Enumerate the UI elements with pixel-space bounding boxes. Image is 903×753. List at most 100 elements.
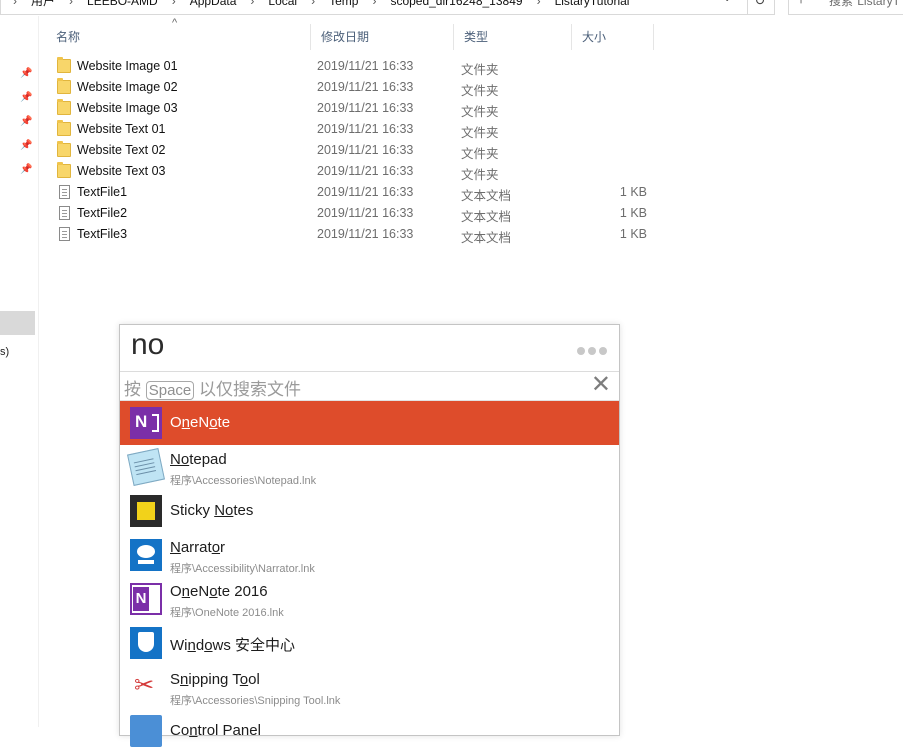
text-file-icon [59,227,70,241]
file-type: 文件夹 [461,168,499,182]
folder-icon [57,141,71,157]
file-name: TextFile1 [77,185,128,199]
result-title: Sticky Notes [170,502,254,519]
breadcrumb-item[interactable]: Temp [329,0,358,8]
hint-prefix: 按 [124,380,141,399]
file-name: Website Text 01 [77,122,166,136]
file-size: 1 KB [619,206,647,220]
file-row[interactable]: Website Text 03 2019/11/21 16:33 文件夹 [46,161,656,182]
breadcrumb-separator[interactable]: › [537,0,541,8]
file-list: Website Image 01 2019/11/21 16:33 文件夹 Websi… [46,56,656,245]
breadcrumb-item[interactable]: Local [268,0,297,8]
file-name: TextFile3 [77,227,128,241]
text-file-icon [59,206,70,220]
folder-icon [57,78,71,94]
result-item[interactable]: Control Panel [120,709,619,753]
column-header-type[interactable]: 类型 [454,24,572,50]
file-row[interactable]: Website Text 01 2019/11/21 16:33 文件夹 [46,119,656,140]
result-title: Narrator [170,539,226,556]
column-header-row: 名称 ^ 修改日期 类型 大小 [46,17,656,50]
breadcrumb-item[interactable]: ListaryTutorial [555,0,630,8]
result-item[interactable]: Notepad 程序\Accessories\Notepad.lnk [120,445,619,489]
column-header-name[interactable]: 名称 ^ [46,17,311,50]
breadcrumb-separator[interactable]: › [13,0,17,8]
folder-icon [57,120,71,136]
file-row[interactable]: TextFile1 2019/11/21 16:33 文本文档 1 KB [46,182,656,203]
onenote-2016-icon [130,583,162,615]
breadcrumb-separator[interactable]: › [69,0,73,8]
file-type: 文件夹 [461,105,499,119]
navigation-pane: 📌 📌 📌 📌 📌 s) [0,16,39,727]
query-input[interactable]: no [120,325,619,372]
onenote-icon [130,407,162,439]
file-date: 2019/11/21 16:33 [317,59,414,73]
address-bar[interactable]: › 用户 › LEEBO-AMD › AppData › Local › Temp › scoped_… [0,0,748,15]
file-name: TextFile2 [77,206,128,220]
result-title: Control Panel [170,722,261,739]
snipping-tool-icon [130,671,162,703]
result-title: Windows 安全中心 [170,637,296,654]
search-input[interactable]: ⚲ 搜索"ListaryT [788,0,903,15]
close-icon[interactable]: ✕ [591,372,611,398]
file-type: 文本文档 [461,231,512,245]
breadcrumb-separator[interactable]: › [311,0,315,8]
listary-launcher: no 按 Space 以仅搜索文件 ✕ OneNote Notepad 程序\Acc… [119,324,620,747]
refresh-icon[interactable]: ↻ [746,0,775,15]
file-date: 2019/11/21 16:33 [317,227,414,241]
folder-icon [57,99,71,115]
file-row[interactable]: Website Image 03 2019/11/21 16:33 文件夹 [46,98,656,119]
text-file-icon [59,185,70,199]
result-title: OneNote 2016 [170,583,268,600]
breadcrumb-separator[interactable]: › [250,0,254,8]
column-header-date[interactable]: 修改日期 [311,24,454,50]
breadcrumb-separator[interactable]: › [372,0,376,8]
result-title: OneNote [170,414,231,431]
result-path: 程序\OneNote 2016.lnk [170,607,284,619]
file-row[interactable]: TextFile3 2019/11/21 16:33 文本文档 1 KB [46,224,656,245]
top-bar: › 用户 › LEEBO-AMD › AppData › Local › Temp › scoped_… [0,0,903,16]
column-header-label: 类型 [464,30,489,44]
search-hint: 按 Space 以仅搜索文件 [124,375,301,400]
pin-icon[interactable]: 📌 [20,164,32,176]
file-date: 2019/11/21 16:33 [317,101,414,115]
sort-ascending-icon: ^ [172,17,178,29]
file-type: 文本文档 [461,189,512,203]
windows-defender-icon [130,627,162,659]
chevron-down-icon[interactable]: ⌄ [723,0,731,4]
result-path: 程序\Accessibility\Narrator.lnk [170,563,315,575]
pin-icon[interactable]: 📌 [20,116,32,128]
breadcrumb-separator[interactable]: › [172,0,176,8]
breadcrumb-item[interactable]: LEEBO-AMD [87,0,158,8]
pin-icon[interactable]: 📌 [20,140,32,152]
control-panel-icon [130,715,162,747]
file-name: Website Image 01 [77,59,178,73]
result-item[interactable]: Windows 安全中心 [120,621,619,665]
breadcrumb-item[interactable]: 用户 [31,0,55,8]
sticky-notes-icon [130,495,162,527]
breadcrumb-item[interactable]: scoped_dir16248_13849 [390,0,522,8]
nav-item-selected[interactable] [0,311,35,335]
pin-icon[interactable]: 📌 [20,92,32,104]
result-item[interactable]: OneNote [120,401,619,445]
file-date: 2019/11/21 16:33 [317,143,414,157]
folder-icon [57,162,71,178]
nav-item-label[interactable]: s) [0,346,9,358]
breadcrumb: › 用户 › LEEBO-AMD › AppData › Local › Temp › scoped_… [13,0,643,9]
file-row[interactable]: Website Image 02 2019/11/21 16:33 文件夹 [46,77,656,98]
file-date: 2019/11/21 16:33 [317,80,414,94]
file-row[interactable]: Website Image 01 2019/11/21 16:33 文件夹 [46,56,656,77]
search-placeholder: 搜索"ListaryT [829,0,900,8]
file-name: Website Text 03 [77,164,166,178]
column-header-size[interactable]: 大小 [572,24,654,50]
pin-icon[interactable]: 📌 [20,68,32,80]
file-date: 2019/11/21 16:33 [317,185,414,199]
result-item[interactable]: Sticky Notes [120,489,619,533]
search-hint-bar: 按 Space 以仅搜索文件 ✕ [120,372,619,401]
file-row[interactable]: Website Text 02 2019/11/21 16:33 文件夹 [46,140,656,161]
more-options-icon[interactable] [574,342,607,360]
breadcrumb-item[interactable]: AppData [190,0,237,8]
result-item[interactable]: Narrator 程序\Accessibility\Narrator.lnk [120,533,619,577]
result-item[interactable]: Snipping Tool 程序\Accessories\Snipping Too… [120,665,619,709]
result-item[interactable]: OneNote 2016 程序\OneNote 2016.lnk [120,577,619,621]
file-row[interactable]: TextFile2 2019/11/21 16:33 文本文档 1 KB [46,203,656,224]
